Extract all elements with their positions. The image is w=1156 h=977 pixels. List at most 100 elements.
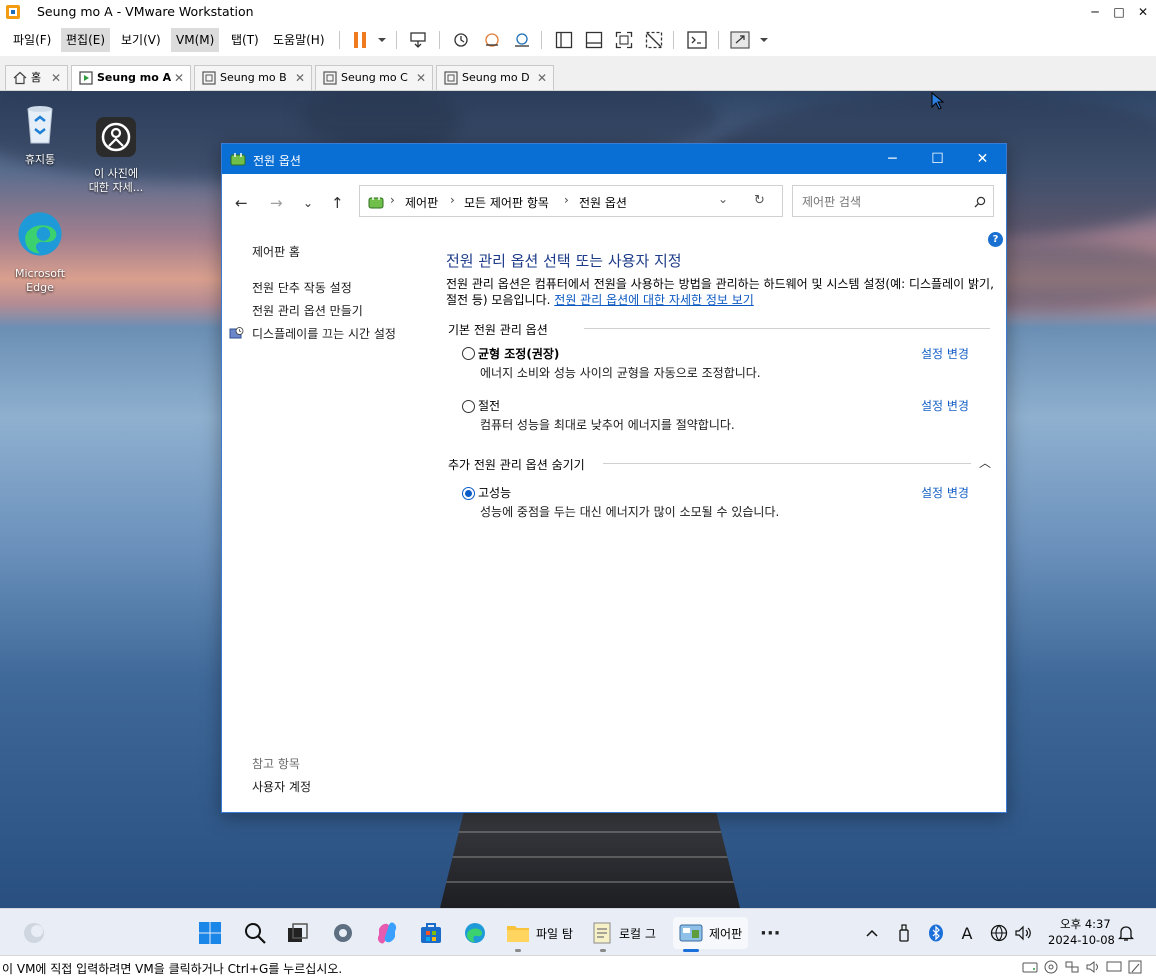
clock-date[interactable]: 2024-10-08 <box>1048 933 1115 947</box>
breadcrumb-all-items[interactable]: 모든 제어판 항목 <box>464 194 549 211</box>
sound-card-icon[interactable] <box>1085 960 1101 974</box>
maximize-button[interactable]: ☐ <box>915 144 960 174</box>
tab-seung-mo-b[interactable]: Seung mo B ✕ <box>194 65 312 90</box>
breadcrumb-control-panel[interactable]: 제어판 <box>405 194 438 211</box>
stretch-guest-icon[interactable] <box>728 29 752 51</box>
learn-about-picture-icon <box>96 117 136 157</box>
vm-running-icon <box>79 71 93 85</box>
tab-seung-mo-c[interactable]: Seung mo C ✕ <box>315 65 433 90</box>
balanced-radio[interactable] <box>462 347 475 360</box>
menu-edit[interactable]: 편집(E) <box>61 28 111 52</box>
chevron-down-icon[interactable] <box>370 29 394 51</box>
revert-snapshot-icon[interactable] <box>480 29 504 51</box>
chevron-down-icon[interactable] <box>752 29 776 51</box>
vmware-app-icon <box>6 5 20 19</box>
menu-vm[interactable]: VM(M) <box>171 28 220 52</box>
send-ctrl-alt-del-icon[interactable] <box>406 29 430 51</box>
network-icon[interactable] <box>989 923 1009 943</box>
settings-button[interactable] <box>331 917 355 949</box>
search-box[interactable] <box>792 185 994 217</box>
change-settings-link-balanced[interactable]: 설정 변경 <box>921 345 969 362</box>
menu-view[interactable]: 보기(V) <box>116 28 166 52</box>
sidebar-power-button-settings[interactable]: 전원 단추 작동 설정 <box>252 279 352 296</box>
thumbnail-bar-icon[interactable] <box>582 29 606 51</box>
close-button[interactable]: ✕ <box>960 144 1005 174</box>
address-bar[interactable]: › 제어판 › 모든 제어판 항목 › 전원 옵션 ⌄ ↻ <box>359 185 783 217</box>
close-icon[interactable]: ✕ <box>416 66 426 90</box>
close-icon[interactable]: ✕ <box>537 66 547 90</box>
pause-icon[interactable] <box>348 29 372 51</box>
sidebar-display-off-time[interactable]: 디스플레이를 끄는 시간 설정 <box>252 325 396 342</box>
library-icon[interactable] <box>552 29 576 51</box>
recent-locations-icon[interactable]: ⌄ <box>303 196 313 210</box>
more-info-link[interactable]: 전원 관리 옵션에 대한 자세한 정보 보기 <box>554 293 754 307</box>
snapshot-manager-icon[interactable] <box>510 29 534 51</box>
desktop-icon-edge[interactable]: Microsoft Edge <box>5 195 75 309</box>
control-panel-taskbar-button[interactable]: 제어판 <box>673 917 749 949</box>
chevron-down-icon[interactable]: ⌄ <box>718 192 728 206</box>
display-icon[interactable] <box>1106 960 1122 974</box>
desktop-icon-picture-info[interactable]: 이 사진에 대한 자세... <box>81 101 151 209</box>
start-button[interactable] <box>198 917 222 949</box>
volume-icon[interactable] <box>1013 923 1033 943</box>
chevron-up-icon[interactable]: ︿ <box>979 454 991 471</box>
notification-bell-icon[interactable] <box>1116 923 1136 943</box>
change-settings-link-power-saver[interactable]: 설정 변경 <box>921 397 969 414</box>
close-icon[interactable]: ✕ <box>295 66 305 90</box>
tab-seung-mo-d[interactable]: Seung mo D ✕ <box>436 65 554 90</box>
tab-seung-mo-a[interactable]: Seung mo A ✕ <box>71 65 191 91</box>
desktop-icon-recycle-bin[interactable]: 휴지통 <box>5 101 75 167</box>
tab-home[interactable]: 홈 ✕ <box>5 65 68 90</box>
forward-icon[interactable]: → <box>270 194 283 212</box>
minimize-button[interactable]: ─ <box>870 144 915 174</box>
folder-icon <box>507 926 529 942</box>
more-apps-icon[interactable]: ··· <box>760 917 781 949</box>
file-explorer-button[interactable]: 파일 탐 <box>506 917 573 949</box>
task-view-button[interactable] <box>286 917 310 949</box>
full-screen-icon[interactable] <box>612 29 636 51</box>
high-performance-radio[interactable] <box>462 487 475 500</box>
breadcrumb-power-options[interactable]: 전원 옵션 <box>579 194 627 211</box>
edge-taskbar-button[interactable] <box>463 917 487 949</box>
close-button[interactable]: ✕ <box>1132 2 1154 22</box>
menu-help[interactable]: 도움말(H) <box>268 28 330 52</box>
clock-time[interactable]: 오후 4:37 <box>1060 916 1111 932</box>
power-saver-radio[interactable] <box>462 400 475 413</box>
change-settings-link-high-performance[interactable]: 설정 변경 <box>921 484 969 501</box>
close-icon[interactable]: ✕ <box>51 66 61 90</box>
windows-logo-icon <box>199 922 221 944</box>
chevron-up-icon[interactable] <box>862 923 882 943</box>
minimize-button[interactable]: ─ <box>1084 2 1106 22</box>
search-icon[interactable] <box>974 196 986 208</box>
sidebar-user-accounts[interactable]: 사용자 계정 <box>252 778 311 795</box>
cd-dvd-icon[interactable] <box>1043 960 1059 974</box>
help-icon[interactable]: ? <box>988 232 1003 247</box>
network-adapter-icon[interactable] <box>1064 960 1080 974</box>
message-log-icon[interactable] <box>1127 960 1143 974</box>
additional-plans-header[interactable]: 추가 전원 관리 옵션 숨기기 <box>448 456 585 473</box>
weather-icon[interactable] <box>22 921 46 945</box>
bluetooth-icon[interactable] <box>926 923 946 943</box>
maximize-button[interactable]: □ <box>1108 2 1130 22</box>
copilot-button[interactable] <box>375 917 399 949</box>
back-icon[interactable]: ← <box>235 194 248 212</box>
menu-file[interactable]: 파일(F) <box>8 28 56 52</box>
up-icon[interactable]: ↑ <box>331 194 344 212</box>
input-language-indicator[interactable]: A <box>957 923 977 943</box>
snapshot-icon[interactable] <box>449 29 473 51</box>
unity-icon[interactable] <box>642 29 666 51</box>
console-icon[interactable] <box>685 29 709 51</box>
search-input[interactable] <box>802 193 962 211</box>
usb-device-icon[interactable] <box>894 923 914 943</box>
store-button[interactable] <box>419 917 443 949</box>
taskbar-app-label: 파일 탐 <box>536 926 573 941</box>
close-icon[interactable]: ✕ <box>174 66 184 90</box>
sidebar-control-panel-home[interactable]: 제어판 홈 <box>252 243 300 260</box>
sidebar-create-power-plan[interactable]: 전원 관리 옵션 만들기 <box>252 302 363 319</box>
menu-tab[interactable]: 탭(T) <box>226 28 264 52</box>
taskbar-app-label: 제어판 <box>709 926 743 941</box>
hard-disk-icon[interactable] <box>1022 960 1038 974</box>
search-button[interactable] <box>243 917 267 949</box>
notepad-button[interactable]: 로컬 그 <box>591 917 656 949</box>
refresh-icon[interactable]: ↻ <box>754 193 765 208</box>
